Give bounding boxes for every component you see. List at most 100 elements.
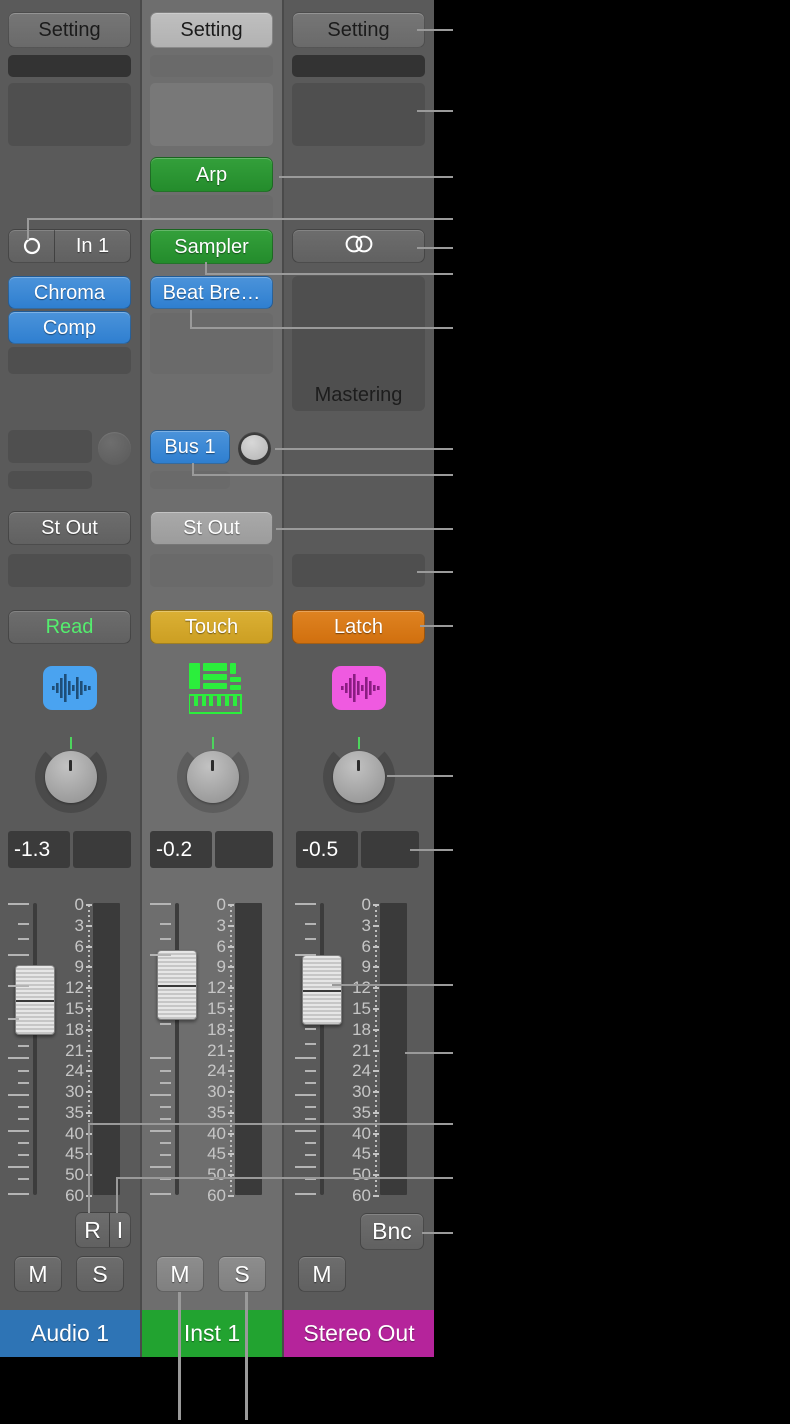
midi-fx-slot-2-empty[interactable]: [150, 195, 273, 220]
meter-scale-dash: [228, 966, 234, 969]
meter-scale-dash: [373, 1049, 379, 1052]
volume-value-field[interactable]: -0.2: [150, 831, 212, 868]
setting-button[interactable]: Setting: [150, 12, 273, 48]
meter-scale-dash: [373, 1091, 379, 1094]
insert-slot-3-empty[interactable]: [8, 347, 131, 374]
insert-slot-mastering[interactable]: Mastering: [292, 276, 425, 411]
eq-display[interactable]: [292, 83, 425, 146]
volume-fader[interactable]: [15, 965, 55, 1035]
meter-scale-dash: [228, 1070, 234, 1073]
meter-scale-dash: [373, 966, 379, 969]
meter-scale-label: 12: [352, 978, 371, 998]
record-input-row[interactable]: R I: [75, 1212, 131, 1248]
output-button[interactable]: St Out: [8, 511, 131, 545]
channel-strip-inst-1[interactable]: Setting Arp Sampler Beat Bre… Bus 1 St O…: [142, 0, 282, 1357]
group-slot[interactable]: [292, 554, 425, 587]
channel-name-plate[interactable]: Audio 1: [0, 1310, 140, 1357]
pan-knob[interactable]: [323, 737, 395, 813]
instrument-slot[interactable]: Sampler: [150, 229, 273, 264]
volume-fader[interactable]: [157, 950, 197, 1020]
mixer-channel-strips: Setting In 1 Chroma Comp St Out Read -1.…: [0, 0, 790, 1424]
send-slot-1-empty[interactable]: [8, 430, 92, 463]
eq-thumbnail[interactable]: [150, 55, 273, 77]
channel-strip-stereo-out[interactable]: Setting Mastering Latch -0.5 Bnc M Stere…: [284, 0, 434, 1357]
eq-display[interactable]: [150, 83, 273, 146]
mute-button[interactable]: M: [14, 1256, 62, 1292]
group-slot[interactable]: [8, 554, 131, 587]
mute-button[interactable]: M: [298, 1256, 346, 1292]
automation-mode-button[interactable]: Latch: [292, 610, 425, 644]
meter-scale-dash: [86, 1007, 92, 1010]
audio-waveform-icon[interactable]: [332, 666, 386, 710]
pan-knob[interactable]: [35, 737, 107, 813]
meter-scale-dash: [373, 987, 379, 990]
callout-solo-line: [245, 1292, 248, 1420]
mute-button[interactable]: M: [156, 1256, 204, 1292]
meter-scale-dash: [373, 1174, 379, 1177]
input-source-label[interactable]: In 1: [55, 230, 130, 262]
meter-scale-dash: [228, 1049, 234, 1052]
group-slot[interactable]: [150, 554, 273, 587]
volume-fader[interactable]: [302, 955, 342, 1025]
fader-track[interactable]: [33, 903, 37, 1195]
setting-button[interactable]: Setting: [292, 12, 425, 48]
meter-scale-label: 40: [65, 1123, 84, 1143]
bounce-button[interactable]: Bnc: [360, 1213, 424, 1250]
eq-display[interactable]: [8, 83, 131, 146]
automation-mode-button[interactable]: Touch: [150, 610, 273, 644]
meter-scale-label: 30: [65, 1082, 84, 1102]
meter-scale-label: 24: [352, 1061, 371, 1081]
channel-name-plate[interactable]: Inst 1: [142, 1310, 282, 1357]
stereo-link-button[interactable]: [292, 229, 425, 263]
send-slot-2-empty[interactable]: [8, 471, 92, 489]
setting-button[interactable]: Setting: [8, 12, 131, 48]
midi-regions-keyboard-icon[interactable]: [188, 662, 245, 714]
fader-track[interactable]: [320, 903, 324, 1195]
secondary-value-field[interactable]: [215, 831, 273, 868]
fader-track[interactable]: [175, 903, 179, 1195]
meter-scale-label: 40: [207, 1123, 226, 1143]
level-meter: [235, 903, 262, 1195]
phase-invert-icon[interactable]: [9, 230, 54, 262]
meter-scale-dash: [373, 1153, 379, 1156]
insert-slot-2-empty[interactable]: [150, 313, 273, 374]
meter-scale-label: 60: [65, 1186, 84, 1205]
meter-scale-label: 9: [361, 957, 371, 977]
meter-scale-label: 21: [65, 1040, 84, 1060]
secondary-value-field[interactable]: [73, 831, 131, 868]
meter-scale-dash: [228, 1195, 234, 1197]
audio-waveform-icon[interactable]: [43, 666, 97, 710]
send-knob-1[interactable]: [98, 432, 131, 465]
input-monitor-button[interactable]: I: [110, 1213, 130, 1247]
insert-slot-2[interactable]: Comp: [8, 311, 131, 344]
meter-scale-dash: [86, 1028, 92, 1031]
solo-button[interactable]: S: [76, 1256, 124, 1292]
meter-scale-dash: [228, 1028, 234, 1031]
midi-fx-slot-1[interactable]: Arp: [150, 157, 273, 192]
send-knob-1[interactable]: [238, 432, 271, 465]
meter-scale-dash: [373, 1195, 379, 1197]
meter-scale-dash: [373, 904, 379, 906]
pan-cap: [45, 751, 97, 803]
channel-strip-audio-1[interactable]: Setting In 1 Chroma Comp St Out Read -1.…: [0, 0, 140, 1357]
meter-scale-dash: [86, 945, 92, 948]
volume-value-field[interactable]: -0.5: [296, 831, 358, 868]
pan-knob[interactable]: [177, 737, 249, 813]
eq-thumbnail[interactable]: [8, 55, 131, 77]
eq-thumbnail[interactable]: [292, 55, 425, 77]
meter-scale-label: 18: [352, 1019, 371, 1039]
solo-button[interactable]: S: [218, 1256, 266, 1292]
automation-mode-button[interactable]: Read: [8, 610, 131, 644]
meter-scale-dash: [228, 1153, 234, 1156]
meter-scale-label: 50: [207, 1165, 226, 1185]
meter-scale-label: 24: [65, 1061, 84, 1081]
record-enable-button[interactable]: R: [76, 1213, 109, 1247]
insert-slot-1[interactable]: Beat Bre…: [150, 276, 273, 309]
insert-slot-1[interactable]: Chroma: [8, 276, 131, 309]
meter-scale-dash: [228, 987, 234, 990]
send-slot-1[interactable]: Bus 1: [150, 430, 230, 464]
channel-name-plate[interactable]: Stereo Out: [284, 1310, 434, 1357]
output-button[interactable]: St Out: [150, 511, 273, 545]
volume-value-field[interactable]: -1.3: [8, 831, 70, 868]
meter-scale-label: 6: [74, 936, 84, 956]
